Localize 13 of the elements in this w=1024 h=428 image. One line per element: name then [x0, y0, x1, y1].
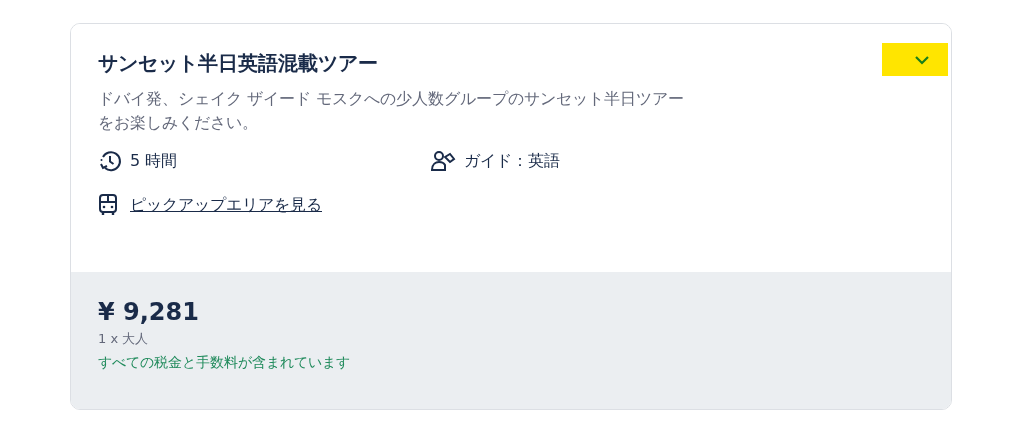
guide-icon: [430, 149, 456, 173]
pickup-area-link[interactable]: ピックアップエリアを見る: [130, 194, 322, 216]
bus-icon: [98, 193, 118, 217]
quantity-text: 1 x 大人: [98, 330, 150, 348]
feature-text: ガイド：英語: [464, 150, 560, 172]
expand-button[interactable]: [882, 43, 948, 76]
chevron-icon: [914, 54, 930, 65]
price: ¥ 9,281: [98, 298, 200, 326]
feature-text: 5 時間: [130, 150, 178, 172]
tax-note: すべての税金と手数料が含まれています: [98, 354, 351, 372]
tour-title: サンセット半日英語混載ツアー: [98, 50, 378, 77]
clock-history-icon: [98, 149, 122, 173]
tour-description: ドバイ発、シェイク ザイード モスクへの少人数グループのサンセット半日ツアーをお楽しみください。: [98, 88, 686, 134]
